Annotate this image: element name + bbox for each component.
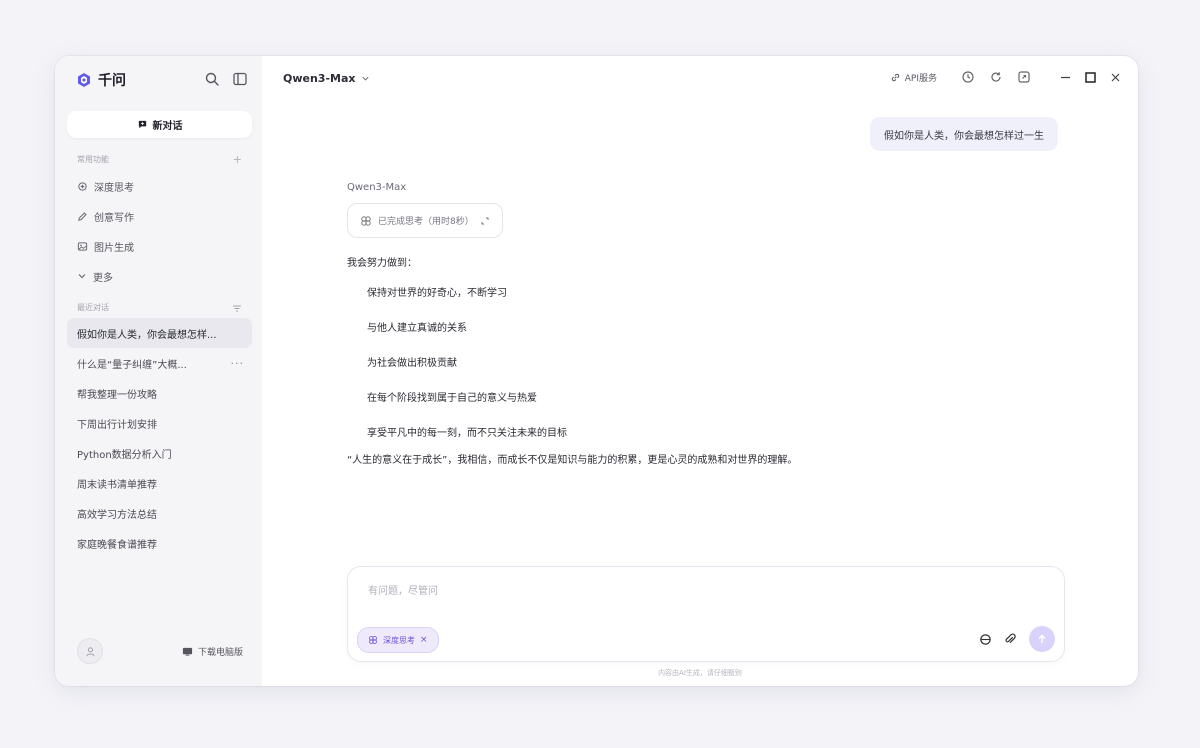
history-item-title: 高效学习方法总结: [77, 509, 157, 521]
assistant-reply: Qwen3-Max 已完成思考（用时8秒） 我会努力做到： 保持对世界的好奇心，…: [347, 182, 1047, 471]
api-label: API服务: [904, 73, 937, 84]
new-chat-label: 新对话: [152, 121, 183, 132]
brain-icon: [361, 215, 371, 226]
brain-icon: [369, 636, 377, 644]
image-icon: [77, 241, 88, 251]
user-message-text: 假如你是人类，你会最想怎样过一生: [884, 130, 1044, 142]
thinking-label: 已完成思考（用时8秒）: [378, 217, 474, 227]
user-icon: [85, 646, 95, 656]
history-item-title: 下周出行计划安排: [77, 419, 157, 431]
api-service-link[interactable]: API服务: [890, 71, 937, 84]
history-item[interactable]: 什么是“量子纠缠”大概... ···: [67, 348, 252, 378]
new-chat-button[interactable]: 新对话: [67, 111, 252, 138]
reply-body: 我会努力做到： 保持对世界的好奇心，不断学习 与他人建立真诚的关系 为社会做出积…: [347, 254, 1047, 471]
sidebar-footer: 下载电脑版: [77, 638, 243, 664]
refresh-icon[interactable]: [989, 70, 1003, 84]
pen-icon: [78, 211, 87, 221]
sidebar-item-image[interactable]: 图片生成: [67, 231, 252, 261]
history-item-title: 假如你是人类，你会最想怎样...: [77, 329, 217, 341]
chevron-down-icon: [361, 76, 369, 81]
history-item-title: 周末读书清单推荐: [77, 479, 157, 491]
chat-main: Qwen3-Max API服务 假如你是人类，你会最想怎样过一生 Qwen3-M…: [262, 56, 1138, 686]
history-item-title: 家庭晚餐食谱推荐: [77, 539, 157, 551]
maximize-icon[interactable]: [1084, 71, 1097, 84]
sidebar-nav: 深度思考 创意写作 图片生成 更多: [67, 171, 252, 291]
list-item: 保持对世界的好奇心，不断学习: [367, 288, 507, 299]
chat-plus-icon: [138, 120, 146, 129]
download-label: 下载电脑版: [197, 647, 243, 658]
list-item: 为社会做出积极贡献: [367, 358, 457, 369]
top-toolbar: API服务: [890, 70, 1122, 84]
sidebar-top-actions: [204, 71, 248, 87]
sidebar-item-label: 图片生成: [94, 242, 134, 254]
monitor-icon: [182, 647, 193, 656]
app-window: 千问 新对话 常用功能 + 深度思考 创意写作 图片生成 更多 最近对话 假如你…: [55, 56, 1138, 686]
search-icon[interactable]: [204, 71, 220, 87]
history-item[interactable]: Python数据分析入门: [67, 438, 252, 468]
share-icon[interactable]: [1017, 70, 1031, 84]
sidebar-item-deep-thinking[interactable]: 深度思考: [67, 171, 252, 201]
tools-section-header: 常用功能 +: [77, 153, 242, 166]
history-item[interactable]: 周末读书清单推荐: [67, 468, 252, 498]
add-icon[interactable]: +: [233, 153, 242, 166]
qwen-logo-icon: [78, 73, 90, 87]
brand[interactable]: 千问: [76, 70, 126, 90]
sidebar-item-label: 深度思考: [94, 182, 134, 194]
sparkle-icon: [78, 181, 87, 191]
history-item[interactable]: 帮我整理一份攻略: [67, 378, 252, 408]
sidebar: 千问 新对话 常用功能 + 深度思考 创意写作 图片生成 更多 最近对话 假如你…: [55, 56, 262, 686]
history-item[interactable]: 假如你是人类，你会最想怎样...: [67, 318, 252, 348]
collapse-sidebar-icon[interactable]: [232, 71, 248, 87]
list-item: 在每个阶段找到属于自己的意义与热爱: [367, 393, 537, 404]
sidebar-item-label: 更多: [93, 272, 113, 284]
send-button[interactable]: [1029, 626, 1055, 652]
history-item-title: 什么是“量子纠缠”大概...: [77, 359, 187, 371]
link-icon: [891, 73, 899, 81]
download-desktop-button[interactable]: 下载电脑版: [182, 645, 243, 658]
reply-bullet-list: 保持对世界的好奇心，不断学习 与他人建立真诚的关系 为社会做出积极贡献 在每个阶…: [347, 274, 1047, 449]
window-controls: [1059, 71, 1122, 84]
history-item[interactable]: 高效学习方法总结: [67, 498, 252, 528]
reply-outro: “人生的意义在于成长”，我相信，而成长不仅是知识与能力的积累，更是心灵的成熟和对…: [347, 455, 798, 466]
history-item[interactable]: 家庭晚餐食谱推荐: [67, 528, 252, 558]
message-input[interactable]: [366, 585, 1010, 598]
model-selector[interactable]: Qwen3-Max: [283, 72, 370, 85]
history-list: 假如你是人类，你会最想怎样... 什么是“量子纠缠”大概... ··· 帮我整理…: [67, 318, 252, 558]
tools-section-title: 常用功能: [77, 155, 109, 164]
sidebar-item-writing[interactable]: 创意写作: [67, 201, 252, 231]
reply-model-name: Qwen3-Max: [347, 182, 407, 193]
close-icon[interactable]: ×: [420, 635, 428, 645]
globe-icon[interactable]: [979, 633, 992, 646]
close-icon[interactable]: [1109, 71, 1122, 84]
history-item-title: Python数据分析入门: [77, 449, 172, 461]
history-item-title: 帮我整理一份攻略: [77, 389, 157, 401]
reply-intro: 我会努力做到：: [347, 258, 417, 269]
more-options-icon[interactable]: ···: [231, 357, 245, 370]
sidebar-item-label: 创意写作: [94, 212, 134, 224]
sidebar-item-more[interactable]: 更多: [67, 261, 252, 291]
expand-icon: [481, 217, 489, 224]
message-composer: 深度思考 ×: [347, 566, 1065, 662]
chevron-down-icon: [78, 274, 86, 279]
model-name: Qwen3-Max: [283, 72, 356, 85]
ai-disclaimer: 内容由AI生成，请仔细甄别: [658, 669, 742, 677]
deep-thinking-toggle[interactable]: 深度思考 ×: [357, 627, 439, 653]
tool-label: 深度思考: [383, 635, 415, 645]
history-section-title: 最近对话: [77, 303, 109, 312]
list-item: 与他人建立真诚的关系: [367, 323, 467, 334]
brand-name: 千问: [98, 73, 126, 89]
history-clock-icon[interactable]: [961, 70, 975, 84]
filter-icon[interactable]: [232, 303, 242, 313]
attachment-icon[interactable]: [1004, 633, 1017, 646]
user-message-bubble: 假如你是人类，你会最想怎样过一生: [870, 117, 1058, 151]
minimize-icon[interactable]: [1059, 71, 1072, 84]
history-item[interactable]: 下周出行计划安排: [67, 408, 252, 438]
composer-actions: [979, 626, 1055, 652]
history-section-header: 最近对话: [77, 302, 242, 313]
thinking-summary-chip[interactable]: 已完成思考（用时8秒）: [347, 203, 503, 238]
avatar[interactable]: [77, 638, 103, 664]
list-item: 享受平凡中的每一刻，而不只关注未来的目标: [367, 428, 567, 439]
arrow-up-icon: [1038, 634, 1046, 643]
